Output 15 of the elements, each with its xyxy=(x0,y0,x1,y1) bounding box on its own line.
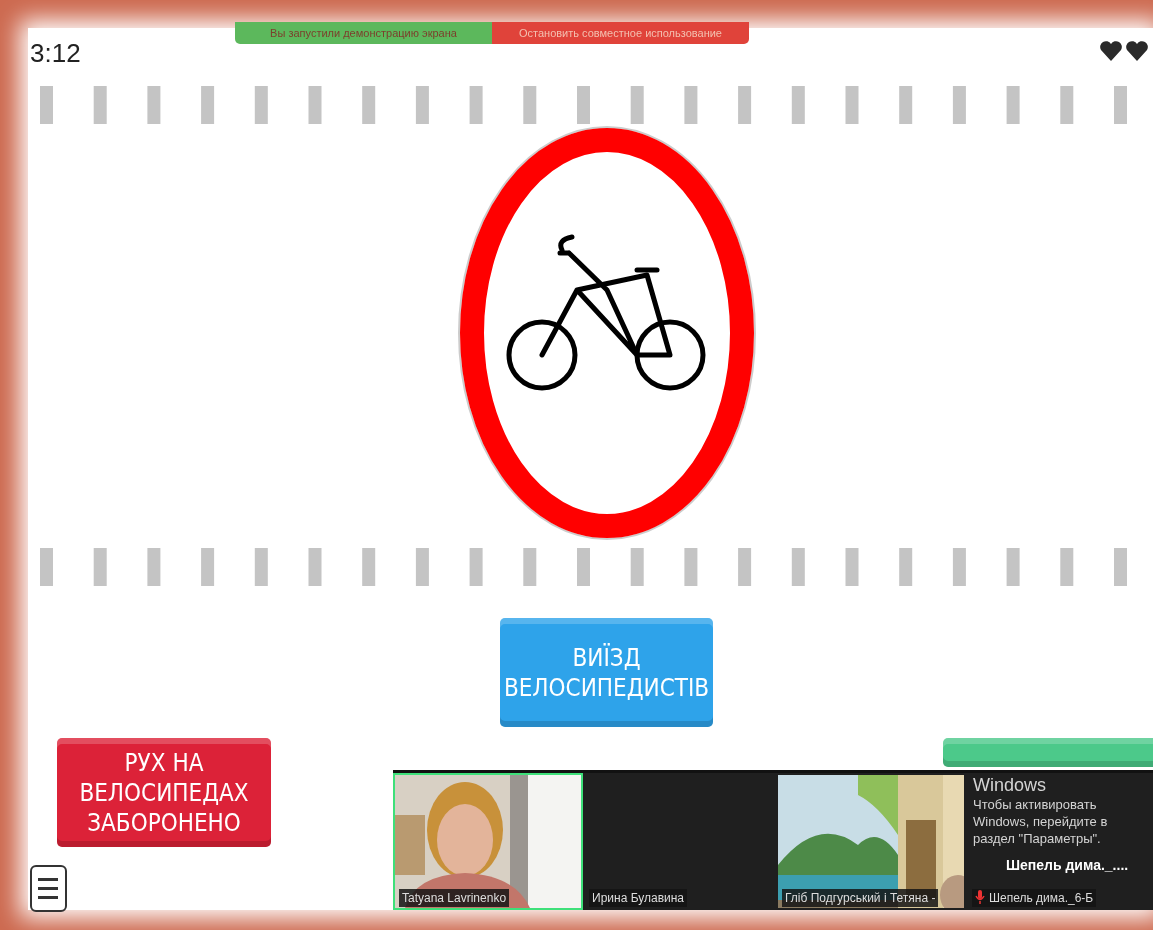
participant-name: Ирина Булавина xyxy=(592,891,685,905)
participant-name: Шепель дима._.... xyxy=(1006,856,1129,875)
answer-button[interactable] xyxy=(943,738,1153,767)
participant-name: Шепель дима._6-Б xyxy=(989,891,1094,905)
timer-text: 3:12 xyxy=(30,37,81,70)
answer-button[interactable]: ВИЇЗД ВЕЛОСИПЕДИСТІВ xyxy=(500,618,713,727)
sharing-status-text: Вы запустили демонстрацию экрана xyxy=(235,22,492,44)
participant-name: Tatyana Lavrinenko xyxy=(402,891,507,905)
stop-sharing-button[interactable]: Остановить совместное использование xyxy=(492,22,749,44)
heart-icon xyxy=(1099,40,1123,62)
heart-icon xyxy=(1125,40,1149,62)
participant-name: Гліб Подгурський і Тетяна - xyxy=(785,891,936,905)
answer-button[interactable]: РУХ НА ВЕЛОСИПЕДАХ ЗАБОРОНЕНО xyxy=(57,738,271,847)
activation-text: Чтобы активировать Windows, перейдите в раздел "Параметры". xyxy=(973,797,1109,849)
activation-title: Windows xyxy=(973,774,1048,797)
